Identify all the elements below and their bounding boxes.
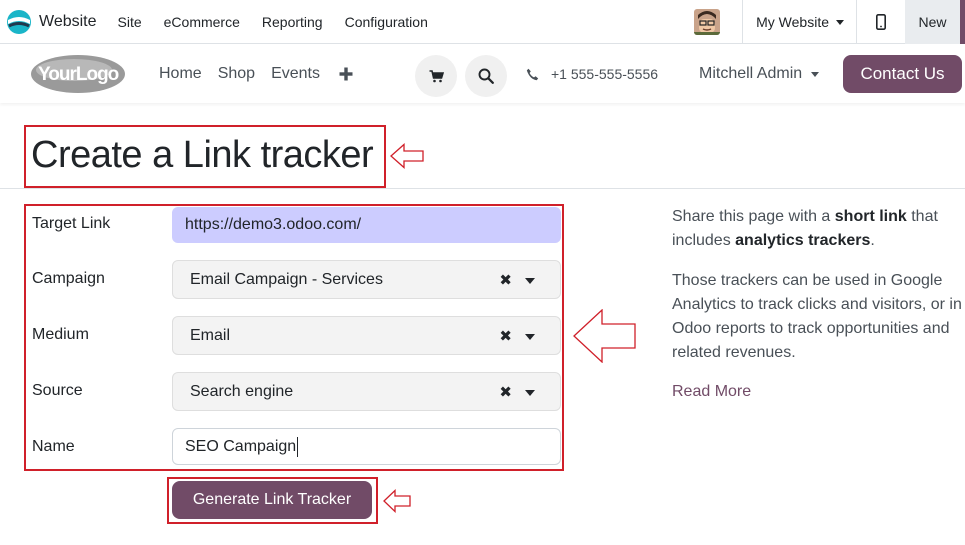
plus-icon[interactable]: [339, 67, 353, 81]
clear-icon[interactable]: ✖: [499, 383, 512, 401]
text-cursor: [297, 436, 299, 457]
nav-shop[interactable]: Shop: [218, 65, 255, 83]
annotation-arrow-icon: [390, 143, 424, 169]
name-value: SEO Campaign: [185, 437, 297, 455]
chevron-down-icon: [836, 19, 844, 25]
website-switcher-label: My Website: [756, 14, 829, 30]
info-text: .: [870, 232, 875, 249]
user-avatar[interactable]: [694, 9, 721, 35]
avatar-icon: [694, 9, 721, 35]
page-title: Create a Link tracker: [31, 134, 374, 176]
chevron-down-icon[interactable]: [525, 390, 535, 396]
menu-site[interactable]: Site: [118, 14, 142, 30]
campaign-label: Campaign: [32, 270, 105, 287]
site-nav: Home Shop Events: [159, 45, 353, 103]
search-button[interactable]: [465, 55, 507, 97]
info-bold-text: short link: [834, 208, 907, 225]
menu-ecommerce[interactable]: eCommerce: [164, 14, 240, 30]
source-select[interactable]: Search engine ✖: [172, 372, 561, 411]
target-link-input[interactable]: https://demo3.odoo.com/: [172, 207, 561, 243]
generate-link-tracker-button[interactable]: Generate Link Tracker: [172, 481, 372, 519]
website-header: YourLogo Home Shop Events +1 555-555-555…: [0, 45, 965, 103]
search-icon: [478, 68, 494, 84]
mobile-icon: [876, 14, 886, 30]
contact-us-button[interactable]: Contact Us: [843, 55, 962, 93]
cart-button[interactable]: [415, 55, 457, 97]
phone-icon: [526, 68, 539, 80]
menu-reporting[interactable]: Reporting: [262, 14, 323, 30]
source-value: Search engine: [190, 382, 294, 400]
medium-value: Email: [190, 326, 231, 344]
info-text: Share this page with a: [672, 208, 835, 225]
campaign-value: Email Campaign - Services: [190, 270, 383, 288]
admin-right: My Website New: [694, 0, 965, 44]
user-name: Mitchell Admin: [699, 65, 803, 82]
chevron-down-icon[interactable]: [525, 334, 535, 340]
mobile-preview-button[interactable]: [857, 0, 905, 44]
phone-number: +1 555-555-5556: [551, 66, 659, 82]
annotation-arrow-icon: [573, 309, 636, 363]
user-menu[interactable]: Mitchell Admin: [699, 45, 820, 103]
website-switcher[interactable]: My Website: [743, 14, 856, 30]
target-link-label: Target Link: [32, 215, 111, 232]
info-bold-text: analytics trackers: [735, 232, 871, 249]
app-name: Website: [39, 12, 97, 30]
target-link-value: https://demo3.odoo.com/: [185, 216, 362, 233]
app-brand[interactable]: Website: [6, 0, 97, 44]
annotation-arrow-icon: [383, 489, 411, 513]
source-label: Source: [32, 382, 83, 399]
info-panel: Share this page with a short link that i…: [672, 205, 962, 381]
chevron-down-icon[interactable]: [525, 278, 535, 284]
name-label: Name: [32, 438, 75, 455]
admin-navbar: Website Site eCommerce Reporting Configu…: [0, 0, 965, 44]
svg-text:YourLogo: YourLogo: [38, 64, 119, 85]
new-button[interactable]: New: [905, 0, 965, 44]
website-app-icon: [7, 9, 31, 34]
name-input[interactable]: SEO Campaign: [172, 428, 561, 465]
medium-label: Medium: [32, 326, 89, 343]
admin-menu: Site eCommerce Reporting Configuration: [118, 0, 450, 44]
read-more-link[interactable]: Read More: [672, 383, 751, 401]
cart-icon: [429, 69, 444, 82]
clear-icon[interactable]: ✖: [499, 327, 512, 345]
phone-contact[interactable]: +1 555-555-5556: [526, 45, 658, 103]
info-paragraph-2: Those trackers can be used in Google Ana…: [672, 272, 962, 361]
chevron-down-icon: [811, 71, 820, 77]
nav-home[interactable]: Home: [159, 65, 202, 83]
divider: [0, 188, 965, 189]
clear-icon[interactable]: ✖: [499, 271, 512, 289]
menu-configuration[interactable]: Configuration: [345, 14, 428, 30]
medium-select[interactable]: Email ✖: [172, 316, 561, 355]
campaign-select[interactable]: Email Campaign - Services ✖: [172, 260, 561, 299]
info-paragraph-1: Share this page with a short link that i…: [672, 205, 962, 253]
nav-events[interactable]: Events: [271, 65, 320, 83]
site-logo[interactable]: YourLogo: [30, 54, 126, 94]
